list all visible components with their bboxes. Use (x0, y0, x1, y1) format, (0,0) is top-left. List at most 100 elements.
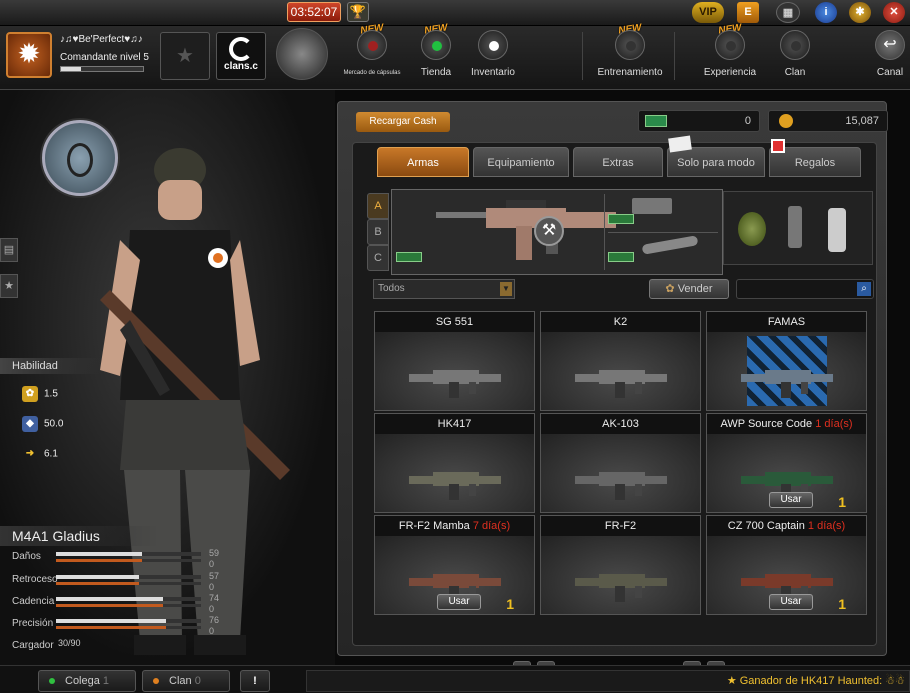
session-timer: 03:52:07 (287, 2, 341, 22)
flashbang-icon (788, 206, 802, 248)
weapon-icon (409, 370, 501, 398)
info-icon[interactable]: i (815, 2, 837, 23)
training-icon (615, 30, 645, 60)
use-button[interactable]: Usar (437, 594, 481, 610)
weapon-name: K2 (613, 316, 628, 328)
stat-value: 59 (209, 548, 220, 558)
clans-button[interactable]: clans.c (216, 32, 266, 80)
weapon-title: FR-F2 (541, 516, 700, 536)
stat-bar-mod (56, 559, 201, 562)
weapon-title: CZ 700 Captain 1 día(s) (707, 516, 866, 536)
knife-icon (641, 235, 699, 255)
habilidad-row: ✿ 1.5 (22, 386, 58, 402)
use-button[interactable]: Usar (769, 492, 813, 508)
alert-button[interactable]: ! (240, 670, 270, 692)
search-icon[interactable]: ⌕ (857, 282, 871, 296)
loadout-slot[interactable]: ⚒ (391, 189, 723, 275)
habilidad-value: 50.0 (44, 418, 64, 430)
stat-bar-mod (56, 582, 201, 585)
weapon-card[interactable]: FR-F2 Mamba 7 día(s) Usar 1 (374, 515, 535, 615)
cargador-value: 30/90 (58, 638, 81, 648)
vip-button[interactable]: VIP (692, 2, 724, 23)
online-dot-icon (49, 678, 55, 684)
trophy-icon[interactable]: 🏆 (347, 2, 369, 22)
tab-solo-para-modo[interactable]: Solo para modo (667, 147, 765, 177)
stat-value: 76 (209, 615, 220, 625)
search-input[interactable]: ⌕ (736, 279, 874, 299)
stat-label: Cadencia (12, 596, 55, 607)
habilidad-title: Habilidad (0, 358, 100, 374)
profile-tab-icon[interactable]: ▤ (0, 238, 18, 262)
recharge-cash-button[interactable]: Recargar Cash (356, 112, 450, 132)
nav-inventario[interactable]: Inventario (466, 30, 520, 78)
gp-balance: 15,087 (768, 110, 888, 132)
sell-label: Vender (677, 283, 713, 295)
weapon-name: SG 551 (435, 316, 474, 328)
weapon-image (707, 332, 866, 410)
friends-label: Colega (65, 675, 100, 687)
settings-icon[interactable]: ✱ (849, 2, 871, 23)
tab-armas[interactable]: Armas (377, 147, 469, 177)
weapon-name: FR-F2 Mamba (398, 520, 473, 532)
wrench-icon[interactable]: ⚒ (534, 216, 564, 246)
stat-label: Precisión (12, 618, 54, 629)
close-icon[interactable]: ✕ (883, 2, 905, 23)
nav-entrenamiento[interactable]: NEW Entrenamiento (594, 22, 666, 78)
divider (604, 194, 605, 270)
weapon-name: FR-F2 (604, 520, 637, 532)
stat-sub: 0 (209, 582, 215, 592)
nav-experiencia[interactable]: NEW Experiencia (700, 22, 760, 78)
weapon-image: Usar 1 (707, 434, 866, 512)
nav-label: Inventario (471, 67, 515, 78)
weapon-card[interactable]: CZ 700 Captain 1 día(s) Usar 1 (706, 515, 867, 615)
weapon-card[interactable]: HK417 (374, 413, 535, 513)
nav-canal[interactable]: ↩ Canal (872, 30, 908, 78)
cash-balance: 0 (638, 110, 760, 132)
friends-count: 1 (102, 675, 110, 687)
weapon-card[interactable]: FR-F2 (540, 515, 701, 615)
capsule-icon (357, 30, 387, 60)
weapon-days: 1 día(s) (815, 418, 853, 430)
slot-b-tab[interactable]: B (367, 219, 389, 245)
weapon-name: AWP Source Code (720, 418, 816, 430)
tab-equipamiento[interactable]: Equipamiento (473, 147, 569, 177)
weapon-card[interactable]: AWP Source Code 1 día(s) Usar 1 (706, 413, 867, 513)
player-rank: Comandante nivel 5 (60, 52, 149, 63)
filter-value: Todos (378, 283, 405, 294)
nav-clan[interactable]: Clan (776, 30, 814, 78)
channel-emblem[interactable] (276, 28, 328, 80)
rank-slot[interactable]: ★ (160, 32, 210, 80)
weapon-card[interactable]: AK-103 (540, 413, 701, 513)
use-button[interactable]: Usar (769, 594, 813, 610)
shop-inner: Armas Equipamiento Extras Solo para modo… (352, 135, 877, 677)
habilidad-value: 6.1 (44, 448, 58, 460)
star-tab-icon[interactable]: ★ (0, 274, 18, 298)
weapon-quantity: 1 (506, 596, 514, 612)
nav-capsule-market[interactable]: NEW Mercado de cápsulas (340, 22, 404, 76)
weapon-title: SG 551 (375, 312, 534, 332)
sun-icon: ✿ (22, 386, 38, 402)
weapon-title: AWP Source Code 1 día(s) (707, 414, 866, 434)
tab-extras[interactable]: Extras (573, 147, 663, 177)
habilidad-value: 1.5 (44, 388, 58, 400)
slot-c-tab[interactable]: C (367, 245, 389, 271)
nav-tienda[interactable]: NEW Tienda (412, 22, 460, 78)
slot-a-tab[interactable]: A (367, 193, 389, 219)
weapon-card[interactable]: FAMAS (706, 311, 867, 411)
gear-icon: ✿ (665, 283, 675, 295)
category-filter-select[interactable]: Todos ▼ (373, 279, 515, 299)
sell-button[interactable]: ✿ Vender (649, 279, 729, 299)
shield-icon: ◆ (22, 416, 38, 432)
clans-logo-icon (229, 37, 253, 61)
grenade-slots[interactable] (723, 191, 873, 265)
weapon-card[interactable]: SG 551 (374, 311, 535, 411)
smoke-grenade-icon (828, 208, 846, 252)
event-button[interactable]: E (737, 2, 759, 23)
stat-sub: 0 (209, 559, 215, 569)
weapon-card[interactable]: K2 (540, 311, 701, 411)
avatar[interactable]: ✹ (6, 32, 52, 78)
friends-button[interactable]: Colega 1 (38, 670, 136, 692)
stat-value: 57 (209, 571, 220, 581)
screenshot-icon[interactable]: ▦ (776, 2, 800, 23)
clan-chat-button[interactable]: Clan 0 (142, 670, 230, 692)
